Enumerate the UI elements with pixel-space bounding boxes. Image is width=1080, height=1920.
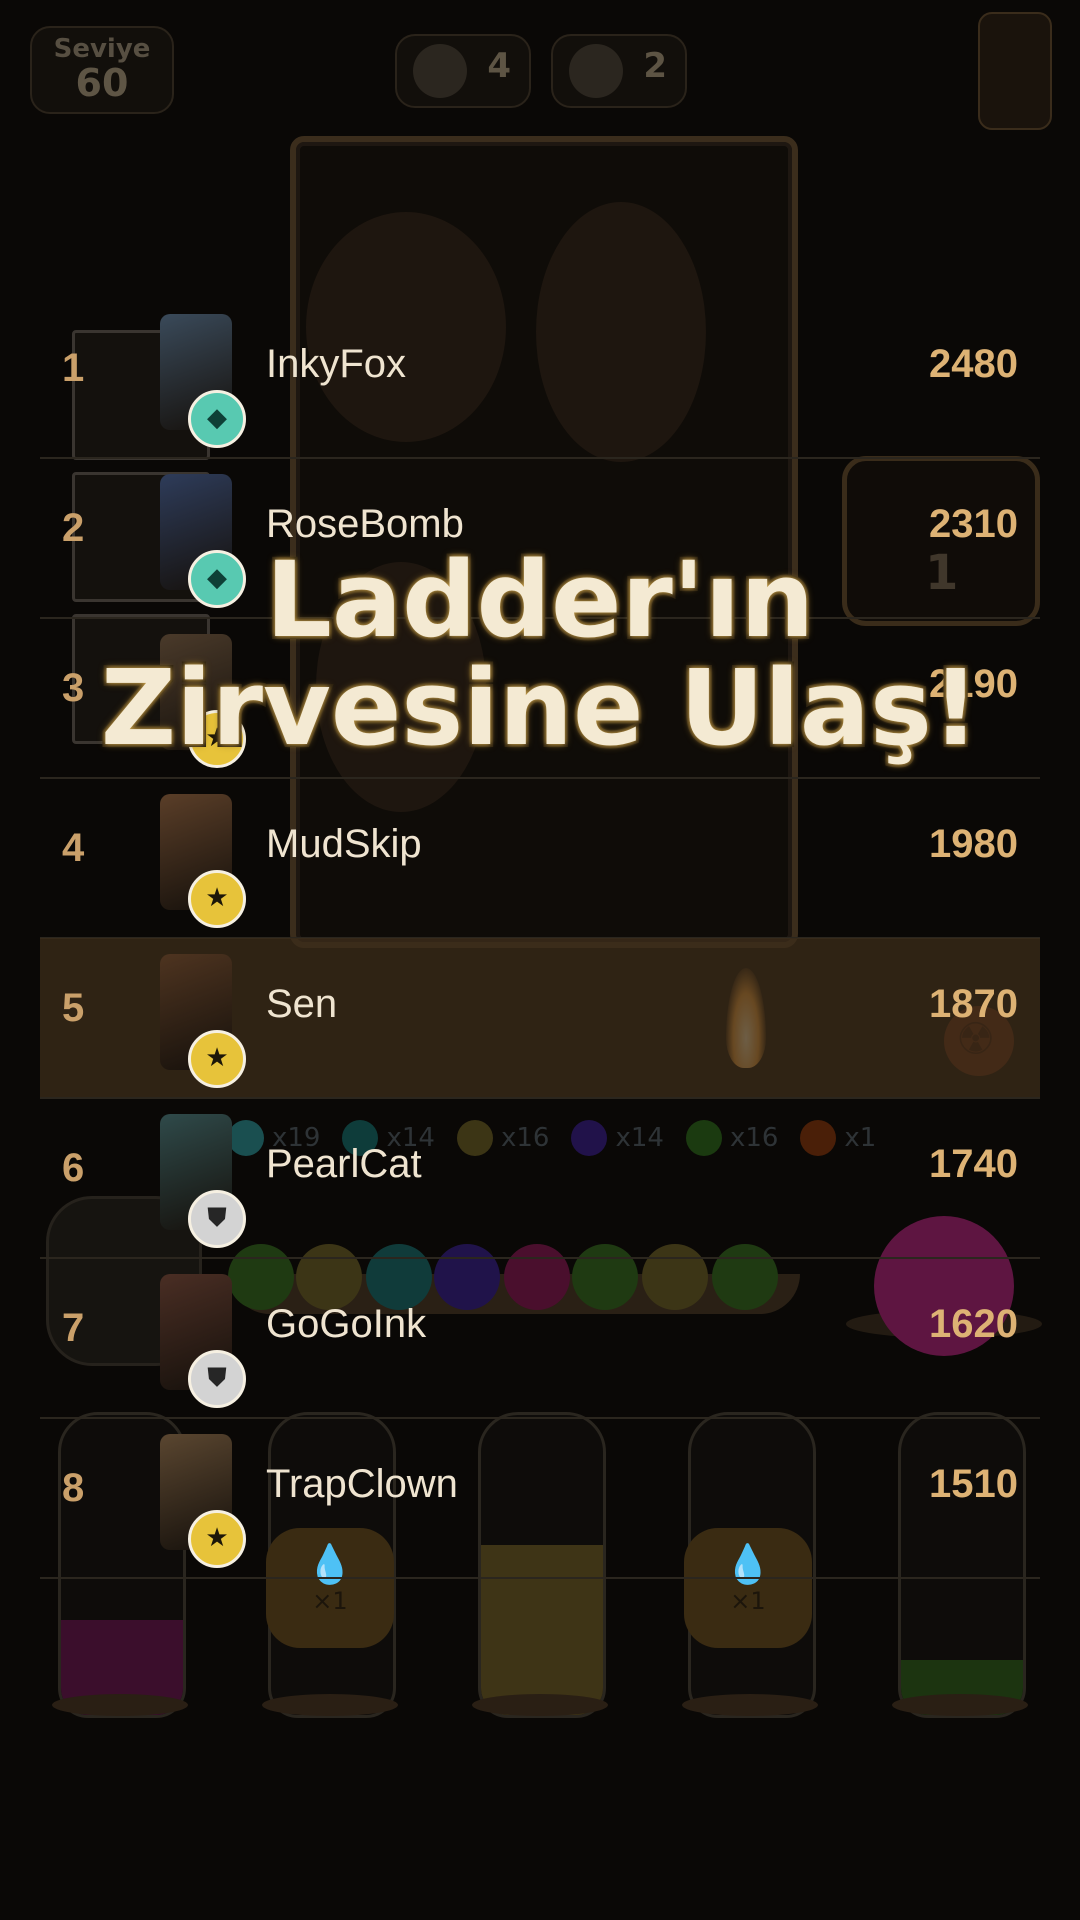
robot-resource[interactable]: 2 [551,34,687,108]
banner-line-2: Zirvesine Ulaş! [98,647,983,769]
bottle-base [52,1694,188,1716]
promo-banner: Ladder'ın Zirvesine Ulaş! [0,539,1080,769]
player-score: 1870 [929,982,1018,1026]
bottle-base [472,1694,608,1716]
player-name: Sen [266,982,338,1026]
player-score: 1620 [929,1302,1018,1346]
bottle-base [682,1694,818,1716]
row-divider [40,1577,1040,1579]
player-name: PearlCat [266,1142,422,1186]
level-indicator: Seviye 60 [30,26,174,114]
leaderboard-row[interactable]: 8 ★ TrapClown 1510 [40,1418,1040,1579]
rank-number: 8 [62,1466,85,1510]
profile-card-button[interactable] [978,12,1052,130]
player-name: InkyFox [266,342,407,386]
leaderboard-row[interactable]: 6 ⛊ PearlCat 1740 [40,1098,1040,1259]
shield-icon: ⛊ [188,1350,246,1408]
rank-number: 7 [62,1306,85,1350]
player-name: MudSkip [266,822,422,866]
octopus-resource[interactable]: 4 [395,34,531,108]
drop-count: ×1 [312,1587,348,1615]
rank-number: 2 [62,506,85,550]
player-name: GoGoInk [266,1302,427,1346]
diamond-icon: ◆ [188,390,246,448]
octopus-count: 4 [487,46,511,86]
level-label: Seviye [53,34,151,64]
octopus-icon [413,44,467,98]
robot-count: 2 [643,46,667,86]
player-score: 2480 [929,342,1018,386]
player-name: TrapClown [266,1462,458,1506]
leaderboard-row-self[interactable]: 5 ★ Sen 1870 [40,938,1040,1099]
star-icon: ★ [188,870,246,928]
rank-number: 1 [62,346,85,390]
star-icon: ★ [188,1510,246,1568]
shield-icon: ⛊ [188,1190,246,1248]
robot-icon [569,44,623,98]
rank-number: 6 [62,1146,85,1190]
leaderboard-row[interactable]: 4 ★ MudSkip 1980 [40,778,1040,939]
banner-line-1: Ladder'ın [263,539,818,661]
star-icon: ★ [188,1030,246,1088]
player-score: 1740 [929,1142,1018,1186]
level-value: 60 [75,61,129,105]
player-score: 2310 [929,502,1018,546]
bottle-base [892,1694,1028,1716]
leaderboard-row[interactable]: 7 ⛊ GoGoInk 1620 [40,1258,1040,1419]
leaderboard-row[interactable]: 1 ◆ InkyFox 2480 [40,298,1040,459]
rank-number: 4 [62,826,85,870]
rank-number: 5 [62,986,85,1030]
player-score: 1980 [929,822,1018,866]
drop-count: ×1 [730,1587,766,1615]
bottle-base [262,1694,398,1716]
player-score: 1510 [929,1462,1018,1506]
